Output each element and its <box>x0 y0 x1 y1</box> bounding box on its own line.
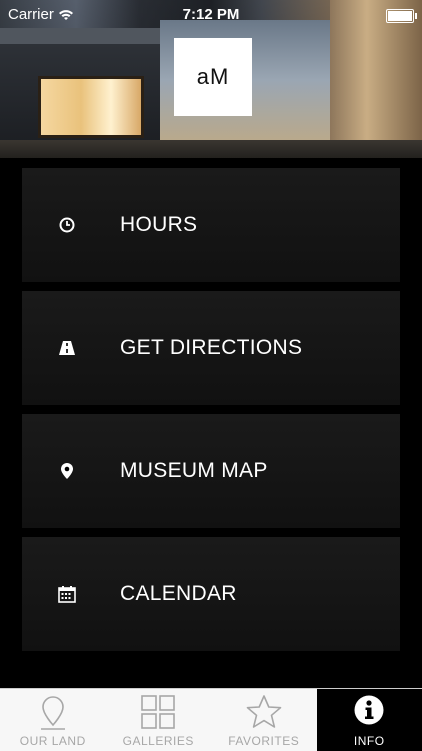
star-icon <box>245 694 283 730</box>
tab-galleries[interactable]: GALLERIES <box>106 689 212 751</box>
menu-item-calendar[interactable]: CALENDAR <box>22 537 400 651</box>
tab-label: INFO <box>354 734 385 748</box>
clock-time: 7:12 PM <box>0 6 422 23</box>
tab-label: FAVORITES <box>228 734 299 748</box>
calendar-icon <box>58 585 76 603</box>
map-pin-outline-icon <box>39 694 67 732</box>
menu-item-museum-map[interactable]: MUSEUM MAP <box>22 414 400 528</box>
info-icon <box>353 694 385 726</box>
tab-label: GALLERIES <box>123 734 194 748</box>
info-menu: HOURS GET DIRECTIONS MUSEUM MAP CALENDAR <box>22 168 400 660</box>
tab-bar: OUR LAND GALLERIES FAVORITES INFO <box>0 688 422 751</box>
tab-info[interactable]: INFO <box>317 689 422 751</box>
clock-icon <box>58 216 76 234</box>
photo-ground <box>0 140 422 158</box>
menu-item-hours[interactable]: HOURS <box>22 168 400 282</box>
road-icon <box>58 339 76 357</box>
menu-item-get-directions[interactable]: GET DIRECTIONS <box>22 291 400 405</box>
grid-icon <box>140 694 176 730</box>
menu-item-label: GET DIRECTIONS <box>120 336 302 360</box>
tab-our-land[interactable]: OUR LAND <box>0 689 106 751</box>
menu-item-label: CALENDAR <box>120 582 237 606</box>
logo-text: aM <box>197 64 230 90</box>
menu-item-label: MUSEUM MAP <box>120 459 268 483</box>
tab-label: OUR LAND <box>20 734 86 748</box>
status-bar: Carrier 7:12 PM <box>0 0 422 30</box>
map-pin-icon <box>58 462 76 480</box>
photo-lit-window <box>38 76 144 138</box>
tab-favorites[interactable]: FAVORITES <box>211 689 317 751</box>
menu-item-label: HOURS <box>120 213 197 237</box>
battery-icon <box>386 9 414 23</box>
museum-logo: aM <box>174 38 252 116</box>
